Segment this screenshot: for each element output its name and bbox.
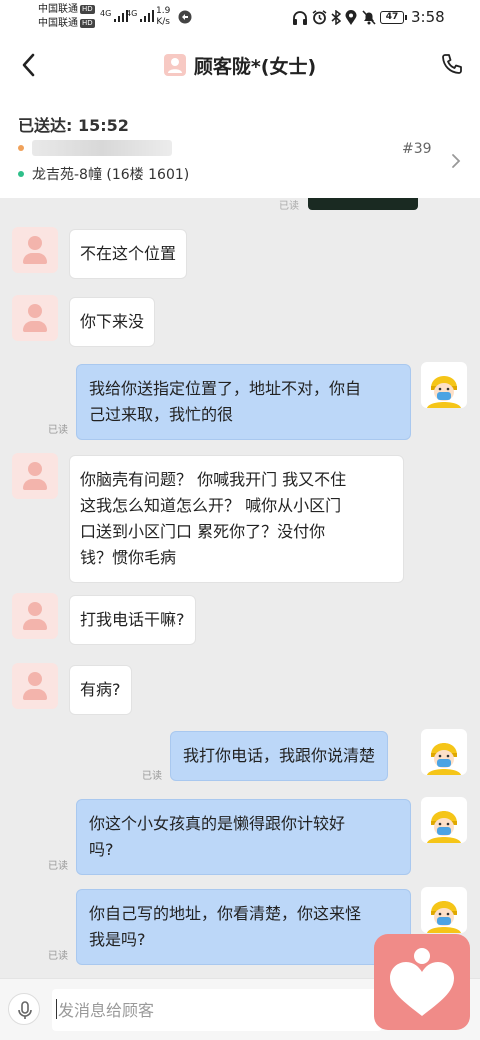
battery-indicator: 47 [380,11,407,24]
clock: 3:58 [411,8,445,26]
headphones-icon [293,11,307,25]
page-title: 顾客陇*(女士) [193,55,317,78]
signal-2-label: 4G [126,9,138,18]
read-receipt: 已读 [142,771,162,782]
message-text: 不在这个位置 [80,244,177,263]
signal-bars-icon [140,10,155,22]
order-summary-card[interactable]: 已送达: 15:52 龙吉苑-8幢 (16楼 1601) #39 [0,94,480,198]
read-receipt: 已读 [279,201,299,212]
message-bubble-customer[interactable]: 有病? [69,665,132,715]
battery-level: 47 [385,12,399,22]
pickup-dot-icon [18,145,24,151]
message-line: 你脑壳有问题？ 你喊我开门 我又不住 [80,470,347,489]
customer-avatar[interactable] [12,295,58,341]
alarm-icon [312,10,327,25]
phone-call-icon[interactable] [440,52,464,76]
customer-avatar[interactable] [12,453,58,499]
speed-unit: K/s [156,17,170,27]
customer-avatar-icon [163,54,186,76]
delivery-dot-icon [18,171,24,177]
message-bubble-rider[interactable]: 我给你送指定位置了，地址不对，你自 己过来取，我忙的很 [76,364,411,440]
message-text: 打我电话干嘛? [80,610,185,629]
location-icon [345,10,357,25]
chevron-right-icon[interactable] [450,152,462,170]
rider-avatar[interactable] [421,797,467,843]
message-line: 钱？惯你毛病 [80,548,177,567]
customer-avatar[interactable] [12,593,58,639]
rider-avatar-icon [427,901,461,933]
status-bar: 中国联通 HD 中国联通 HD 4G 4G 1.9 K/s 47 3:58 [0,0,480,36]
previous-image-message[interactable] [308,198,418,210]
carrier-2-name: 中国联通 [38,18,78,29]
message-text: 你下来没 [80,312,145,331]
carrier-1: 中国联通 HD [38,4,95,16]
carrier-2: 中国联通 HD [38,18,95,30]
read-receipt: 已读 [48,861,68,872]
order-number: #39 [402,141,432,157]
blurred-address [32,140,172,156]
voice-input-button[interactable] [8,993,40,1025]
customer-avatar[interactable] [12,227,58,273]
message-line: 吗? [89,840,114,859]
message-line: 我是吗? [89,930,146,949]
mute-bell-icon [362,10,376,25]
message-bubble-customer[interactable]: 你脑壳有问题？ 你喊我开门 我又不住 这我怎么知道怎么开？ 喊你从小区门 口送到… [69,455,404,583]
rider-avatar-icon [427,376,461,408]
delivery-status: 已送达: 15:52 [18,116,129,135]
hd-badge-1: HD [80,5,95,14]
speed-value: 1.9 [156,6,171,16]
rider-avatar[interactable] [421,887,467,933]
carrier-1-name: 中国联通 [38,4,78,15]
message-line: 你自己写的地址，你看清楚，你这来怪 [89,904,362,923]
message-bubble-rider[interactable]: 你自己写的地址，你看清楚，你这来怪 我是吗? [76,889,411,965]
pickup-address [18,140,172,156]
message-line: 我给你送指定位置了，地址不对，你自 [89,379,362,398]
message-input[interactable] [52,989,382,1031]
customer-avatar[interactable] [12,663,58,709]
bluetooth-icon [331,10,341,25]
delivery-address: 龙吉苑-8幢 (16楼 1601) [18,164,189,184]
message-line: 口送到小区门口 累死你了？没付你 [80,522,326,541]
signal-2: 4G [126,9,155,25]
rider-avatar-icon [427,743,461,775]
hd-badge-2: HD [80,19,95,28]
signal-1: 4G [100,9,129,25]
network-speed: 1.9 K/s [156,6,170,28]
message-bubble-customer[interactable]: 你下来没 [69,297,156,347]
rider-avatar[interactable] [421,362,467,408]
rider-avatar[interactable] [421,729,467,775]
message-line: 你这个小女孩真的是懒得跟你计较好 [89,814,346,833]
floating-heart-button[interactable] [374,934,470,1030]
delivery-address-text: 龙吉苑-8幢 (16楼 1601) [32,167,190,183]
header-title-group: 顾客陇*(女士) [0,36,480,94]
app-notification-icon [178,10,192,24]
chat-header: 顾客陇*(女士) [0,36,480,94]
person-icon [167,58,182,73]
microphone-icon [18,1001,32,1019]
message-text: 有病? [80,680,121,699]
text-cursor [56,999,57,1019]
message-bubble-customer[interactable]: 打我电话干嘛? [69,595,196,645]
message-line: 己过来取，我忙的很 [89,405,234,424]
read-receipt: 已读 [48,425,68,436]
signal-1-label: 4G [100,9,112,18]
message-text: 我打你电话，我跟你说清楚 [183,746,376,765]
rider-avatar-icon [427,811,461,843]
message-line: 这我怎么知道怎么开？ 喊你从小区门 [80,496,342,515]
message-bubble-rider[interactable]: 我打你电话，我跟你说清楚 [170,731,389,781]
message-bubble-rider[interactable]: 你这个小女孩真的是懒得跟你计较好 吗? [76,799,411,875]
heart-person-icon [390,948,454,1016]
message-bubble-customer[interactable]: 不在这个位置 [69,229,188,279]
read-receipt: 已读 [48,951,68,962]
